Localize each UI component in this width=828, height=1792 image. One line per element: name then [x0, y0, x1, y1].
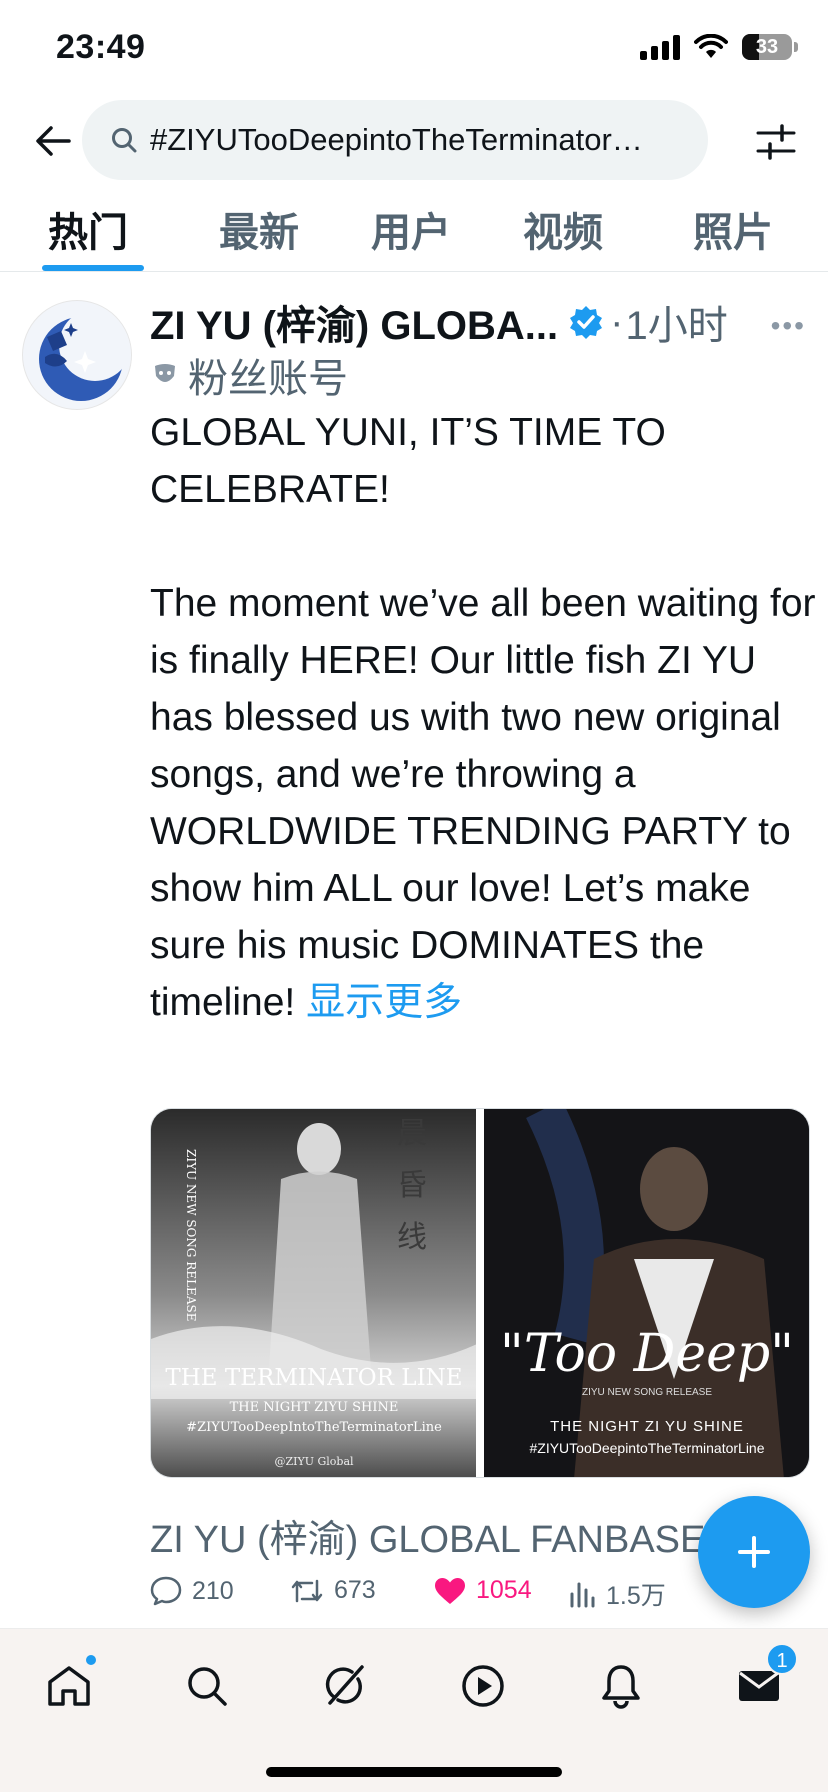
filter-button[interactable]	[748, 114, 804, 170]
nav-search[interactable]	[172, 1651, 242, 1721]
views-icon	[570, 1582, 595, 1608]
like-button[interactable]: 1054	[434, 1576, 532, 1605]
messages-badge: 1	[766, 1643, 798, 1675]
poster2-subtitle: THE NIGHT ZI YU SHINE	[550, 1418, 744, 1435]
active-tab-indicator	[42, 265, 144, 271]
status-icons: 33	[640, 34, 798, 60]
bell-icon	[602, 1665, 640, 1709]
tweet-text-paragraph-2: The moment we’ve all been waiting for is…	[150, 575, 820, 1031]
nav-messages[interactable]: 1	[724, 1643, 798, 1721]
heart-filled-icon	[435, 1577, 465, 1604]
poster2-hashtag: #ZIYUTooDeepintoTheTerminatorLine	[529, 1440, 764, 1456]
terminator-line-poster: 晨 昏 线 ZIYU NEW SONG RELEASE THE TERMINAT…	[151, 1109, 476, 1477]
tweet-media: 晨 昏 线 ZIYU NEW SONG RELEASE THE TERMINAT…	[150, 1108, 810, 1478]
quoted-account-preview[interactable]: ZI YU (梓渝) GLOBAL FANBASE	[150, 1508, 705, 1563]
tab-people[interactable]: 用户	[371, 200, 451, 258]
tweet-text-paragraph-1: GLOBAL YUNI, IT’S TIME TO CELEBRATE!	[150, 411, 666, 511]
tab-photos[interactable]: 照片	[693, 200, 773, 258]
show-more-link[interactable]: 显示更多	[306, 981, 462, 1024]
tweet-text: GLOBAL YUNI, IT’S TIME TO CELEBRATE! The…	[150, 404, 820, 1031]
status-bar: 23:49 33	[0, 0, 828, 100]
more-options-icon[interactable]: •••	[771, 310, 806, 342]
search-input[interactable]: #ZIYUTooDeepintoTheTerminator…	[82, 100, 708, 180]
retweet-button[interactable]: 673	[290, 1576, 376, 1605]
nav-video[interactable]	[448, 1651, 518, 1721]
retweet-icon	[291, 1579, 323, 1602]
poster1-credit: @ZIYU Global	[274, 1455, 354, 1468]
search-icon	[188, 1667, 227, 1706]
video-play-icon	[462, 1665, 504, 1707]
views-button[interactable]: 1.5万	[568, 1576, 666, 1612]
tab-top[interactable]: 热门	[48, 200, 128, 258]
nav-home[interactable]	[34, 1651, 104, 1721]
battery-icon: 33	[742, 34, 798, 60]
home-indicator	[266, 1767, 562, 1777]
tweet-text-body: The moment we’ve all been waiting for is…	[150, 582, 816, 1024]
home-notification-dot	[84, 1653, 98, 1667]
poster1-hashtag: #ZIYUTooDeepIntoTheTerminatorLine	[186, 1420, 442, 1435]
views-count: 1.5万	[606, 1582, 666, 1610]
tab-videos[interactable]: 视频	[523, 200, 603, 258]
too-deep-poster: "Too Deep" ZIYU NEW SONG RELEASE THE NIG…	[484, 1109, 809, 1477]
tweet-header: ZI YU (梓渝) GLOBA... · 1小时	[150, 294, 728, 350]
reply-icon	[150, 1576, 182, 1606]
signal-icon	[640, 34, 680, 60]
media-image-2[interactable]: "Too Deep" ZIYU NEW SONG RELEASE THE NIG…	[484, 1109, 809, 1477]
bottom-navigation: 1	[0, 1628, 828, 1792]
search-query: #ZIYUTooDeepintoTheTerminator…	[150, 122, 643, 157]
poster1-vertical-char-1: 晨	[397, 1116, 427, 1151]
grok-icon	[325, 1665, 364, 1705]
poster2-title: "Too Deep"	[500, 1324, 794, 1384]
poster2-release: ZIYU NEW SONG RELEASE	[582, 1387, 712, 1398]
status-time: 23:49	[56, 28, 146, 66]
separator-dot: ·	[610, 299, 624, 344]
compose-button[interactable]	[698, 1496, 810, 1608]
fan-account-icon	[155, 364, 175, 382]
avatar[interactable]	[22, 300, 132, 410]
like-count: 1054	[476, 1576, 532, 1604]
tab-latest[interactable]: 最新	[219, 200, 299, 258]
home-icon	[48, 1666, 90, 1706]
filter-icon	[756, 124, 796, 160]
reply-count: 210	[192, 1576, 234, 1605]
poster1-subtitle: THE NIGHT ZIYU SHINE	[230, 1400, 399, 1415]
tweet-time[interactable]: 1小时	[625, 293, 727, 351]
retweet-count: 673	[334, 1576, 376, 1604]
avatar-moon-logo	[39, 309, 131, 401]
poster1-side-text: ZIYU NEW SONG RELEASE	[184, 1149, 198, 1321]
wifi-icon	[694, 34, 728, 58]
search-tabs: 热门 最新 用户 视频 照片	[0, 192, 828, 272]
search-header: #ZIYUTooDeepintoTheTerminator…	[0, 100, 828, 184]
back-arrow-icon	[36, 126, 71, 156]
poster1-title: THE TERMINATOR LINE	[165, 1365, 462, 1391]
nav-grok[interactable]	[310, 1651, 380, 1721]
verified-badge-icon	[568, 304, 604, 340]
poster1-vertical-char-3: 线	[397, 1220, 427, 1255]
reply-button[interactable]: 210	[150, 1576, 234, 1606]
nav-notifications[interactable]	[586, 1651, 656, 1721]
media-image-1[interactable]: 晨 昏 线 ZIYU NEW SONG RELEASE THE TERMINAT…	[151, 1109, 476, 1477]
battery-percent: 33	[755, 36, 779, 58]
plus-icon	[738, 1536, 770, 1568]
author-name[interactable]: ZI YU (梓渝) GLOBA...	[150, 293, 558, 351]
poster1-vertical-char-2: 昏	[397, 1168, 427, 1203]
account-type-label: 粉丝账号	[152, 350, 348, 401]
back-button[interactable]	[28, 116, 78, 166]
account-type-text: 粉丝账号	[188, 357, 348, 401]
search-icon	[112, 128, 137, 153]
